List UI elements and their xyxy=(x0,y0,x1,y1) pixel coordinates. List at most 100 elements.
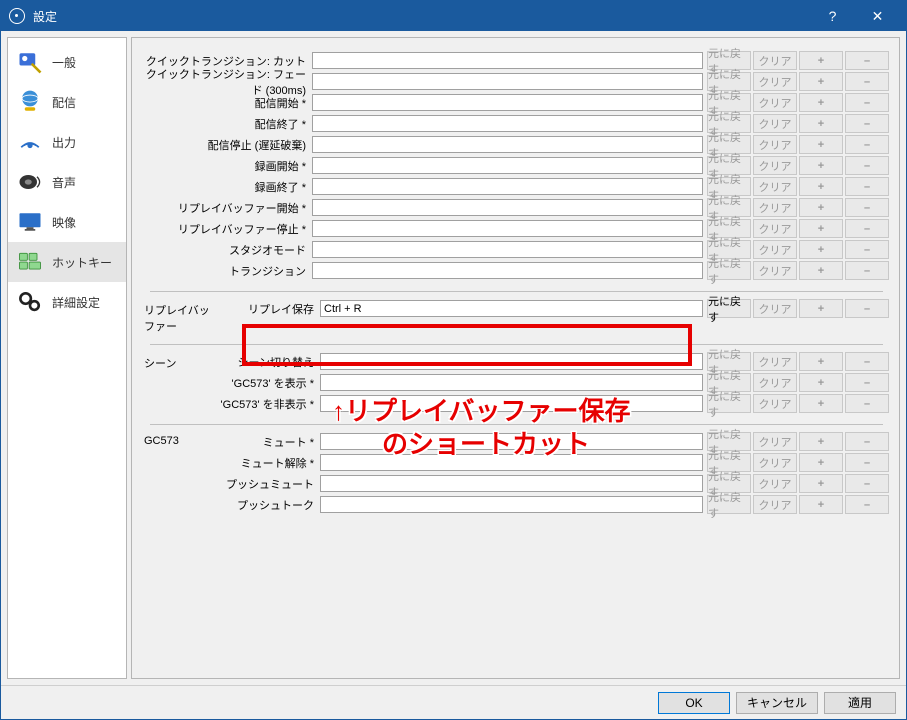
remove-button[interactable]: – xyxy=(845,261,889,280)
sidebar-item-hotkeys[interactable]: ホットキー xyxy=(8,242,126,282)
hotkey-input[interactable] xyxy=(312,73,703,90)
add-button[interactable]: + xyxy=(799,240,843,259)
hotkey-input[interactable] xyxy=(312,52,703,69)
clear-button[interactable]: クリア xyxy=(753,261,797,280)
hotkey-input[interactable] xyxy=(312,199,703,216)
clear-button[interactable]: クリア xyxy=(753,394,797,413)
clear-button[interactable]: クリア xyxy=(753,474,797,493)
remove-button[interactable]: – xyxy=(845,135,889,154)
hotkey-label: 配信停止 (遅延破棄) xyxy=(140,137,312,153)
remove-button[interactable]: – xyxy=(845,495,889,514)
clear-button[interactable]: クリア xyxy=(753,177,797,196)
close-button[interactable]: ✕ xyxy=(855,1,900,31)
remove-button[interactable]: – xyxy=(845,198,889,217)
hotkey-input[interactable] xyxy=(312,136,703,153)
hotkey-input[interactable] xyxy=(312,262,703,279)
remove-button[interactable]: – xyxy=(845,373,889,392)
apply-button[interactable]: 適用 xyxy=(824,692,896,714)
add-button[interactable]: + xyxy=(799,373,843,392)
hotkey-input[interactable] xyxy=(312,220,703,237)
add-button[interactable]: + xyxy=(799,432,843,451)
remove-button[interactable]: – xyxy=(845,352,889,371)
revert-button[interactable]: 元に戻す xyxy=(707,261,751,280)
clear-button[interactable]: クリア xyxy=(753,432,797,451)
sidebar-item-output[interactable]: 出力 xyxy=(8,122,126,162)
add-button[interactable]: + xyxy=(799,93,843,112)
add-button[interactable]: + xyxy=(799,114,843,133)
clear-button[interactable]: クリア xyxy=(753,373,797,392)
add-button[interactable]: + xyxy=(799,352,843,371)
clear-button[interactable]: クリア xyxy=(753,198,797,217)
hotkey-input[interactable] xyxy=(312,178,703,195)
sidebar-item-video[interactable]: 映像 xyxy=(8,202,126,242)
clear-button[interactable]: クリア xyxy=(753,114,797,133)
hotkey-label: リプレイバッファー開始 * xyxy=(140,200,312,216)
sidebar-item-stream[interactable]: 配信 xyxy=(8,82,126,122)
hotkey-row: ミュート *元に戻すクリア+– xyxy=(210,431,889,452)
sidebar-item-audio[interactable]: 音声 xyxy=(8,162,126,202)
add-button[interactable]: + xyxy=(799,261,843,280)
clear-button[interactable]: クリア xyxy=(753,51,797,70)
clear-button[interactable]: クリア xyxy=(753,495,797,514)
ok-button[interactable]: OK xyxy=(658,692,730,714)
remove-button[interactable]: – xyxy=(845,93,889,112)
add-button[interactable]: + xyxy=(799,51,843,70)
remove-button[interactable]: – xyxy=(845,51,889,70)
remove-button[interactable]: – xyxy=(845,156,889,175)
revert-button[interactable]: 元に戻す xyxy=(707,299,751,318)
hotkey-input[interactable] xyxy=(312,115,703,132)
add-button[interactable]: + xyxy=(799,453,843,472)
add-button[interactable]: + xyxy=(799,495,843,514)
clear-button[interactable]: クリア xyxy=(753,299,797,318)
clear-button[interactable]: クリア xyxy=(753,219,797,238)
clear-button[interactable]: クリア xyxy=(753,352,797,371)
clear-button[interactable]: クリア xyxy=(753,156,797,175)
revert-button[interactable]: 元に戻す xyxy=(707,394,751,413)
remove-button[interactable]: – xyxy=(845,219,889,238)
hotkey-input[interactable]: Ctrl + R xyxy=(320,300,703,317)
hotkey-input[interactable] xyxy=(320,374,703,391)
clear-button[interactable]: クリア xyxy=(753,135,797,154)
remove-button[interactable]: – xyxy=(845,240,889,259)
sidebar-item-general[interactable]: 一般 xyxy=(8,42,126,82)
add-button[interactable]: + xyxy=(799,219,843,238)
sidebar-item-advanced[interactable]: 詳細設定 xyxy=(8,282,126,322)
remove-button[interactable]: – xyxy=(845,394,889,413)
hotkey-row: 配信終了 *元に戻すクリア+– xyxy=(140,113,889,134)
remove-button[interactable]: – xyxy=(845,72,889,91)
hotkey-input[interactable] xyxy=(320,475,703,492)
remove-button[interactable]: – xyxy=(845,299,889,318)
add-button[interactable]: + xyxy=(799,198,843,217)
remove-button[interactable]: – xyxy=(845,114,889,133)
section-title: リプレイバッファー xyxy=(140,298,210,334)
add-button[interactable]: + xyxy=(799,394,843,413)
hotkey-input[interactable] xyxy=(320,496,703,513)
hotkey-label: シーン切り替え xyxy=(210,354,320,370)
add-button[interactable]: + xyxy=(799,135,843,154)
revert-button[interactable]: 元に戻す xyxy=(707,495,751,514)
clear-button[interactable]: クリア xyxy=(753,93,797,112)
clear-button[interactable]: クリア xyxy=(753,72,797,91)
hotkey-input[interactable] xyxy=(320,395,703,412)
hotkey-input[interactable] xyxy=(312,157,703,174)
hotkey-row: クイックトランジション: フェード (300ms)元に戻すクリア+– xyxy=(140,71,889,92)
hotkey-input[interactable] xyxy=(320,353,703,370)
add-button[interactable]: + xyxy=(799,72,843,91)
hotkey-input[interactable] xyxy=(320,454,703,471)
add-button[interactable]: + xyxy=(799,156,843,175)
add-button[interactable]: + xyxy=(799,474,843,493)
remove-button[interactable]: – xyxy=(845,177,889,196)
help-button[interactable]: ? xyxy=(810,1,855,31)
remove-button[interactable]: – xyxy=(845,453,889,472)
remove-button[interactable]: – xyxy=(845,432,889,451)
remove-button[interactable]: – xyxy=(845,474,889,493)
add-button[interactable]: + xyxy=(799,299,843,318)
hotkey-input[interactable] xyxy=(320,433,703,450)
hotkey-input[interactable] xyxy=(312,94,703,111)
hotkey-label: 'GC573' を非表示 * xyxy=(210,396,320,412)
add-button[interactable]: + xyxy=(799,177,843,196)
hotkey-input[interactable] xyxy=(312,241,703,258)
clear-button[interactable]: クリア xyxy=(753,240,797,259)
cancel-button[interactable]: キャンセル xyxy=(736,692,818,714)
clear-button[interactable]: クリア xyxy=(753,453,797,472)
